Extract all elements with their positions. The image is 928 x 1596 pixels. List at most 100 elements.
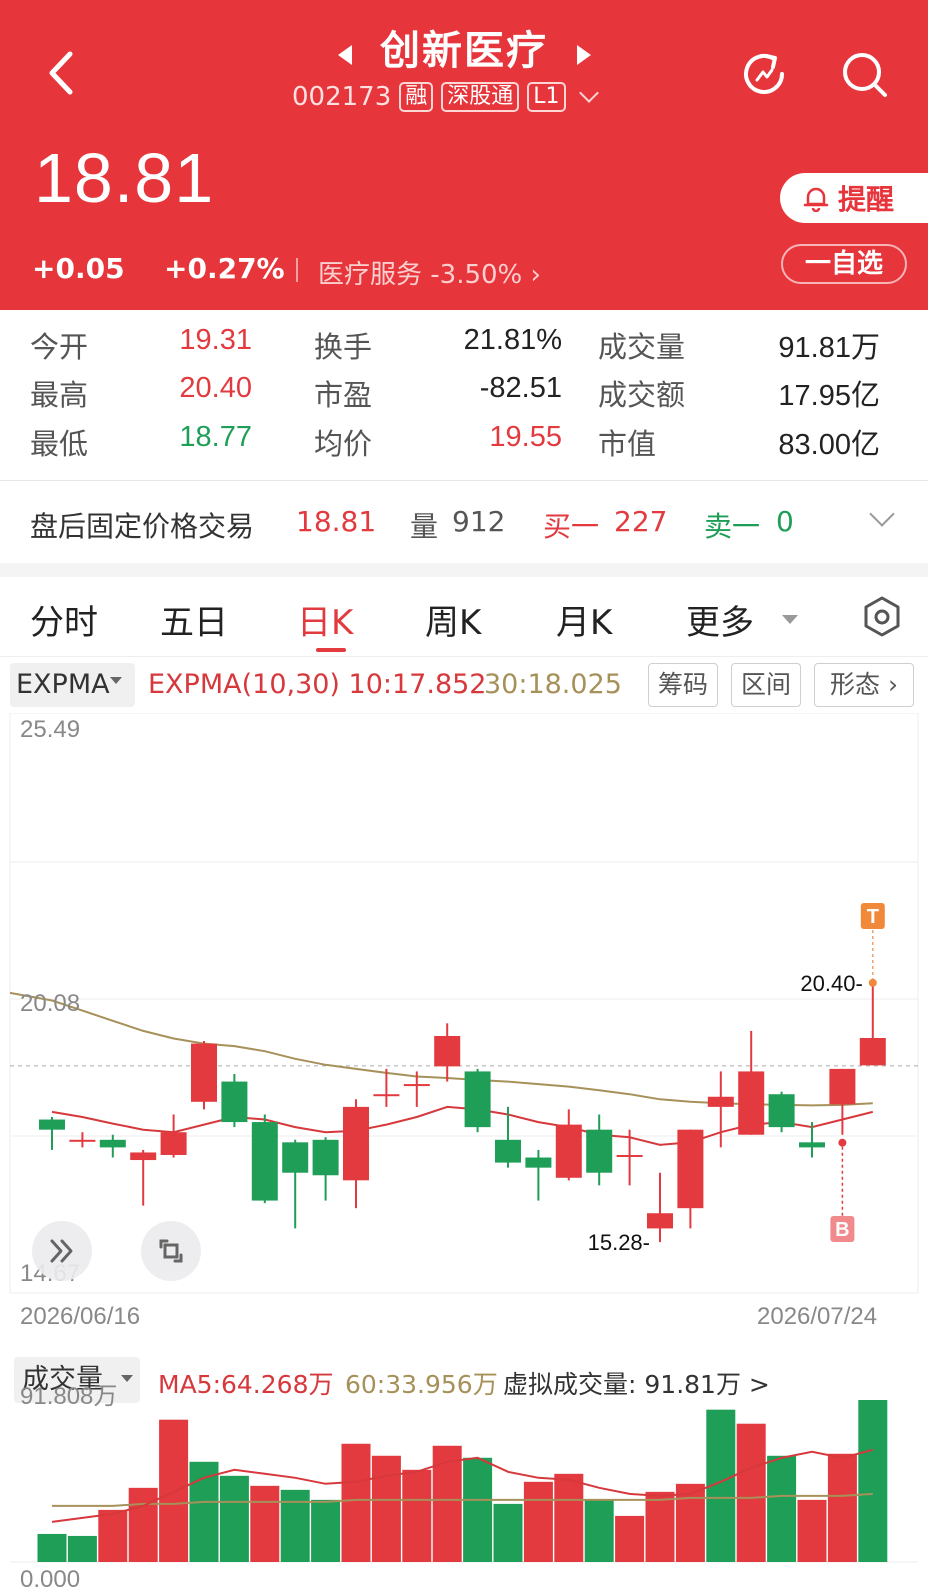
volume-bar — [736, 1423, 766, 1562]
stat-value-high: 20.40 — [179, 372, 252, 404]
volume-bar — [37, 1533, 67, 1562]
candle-body — [221, 1081, 248, 1123]
stat-label-turnover: 换手 — [314, 330, 373, 364]
stat-value-volume: 91.81万 — [778, 332, 880, 364]
candle-body — [799, 1142, 825, 1148]
candle-body — [282, 1142, 309, 1173]
stat-value-open: 19.31 — [179, 324, 252, 356]
volume-y-tick-bottom: 0.000 — [20, 1566, 81, 1593]
tab-monthly-k[interactable]: 月K — [556, 595, 612, 644]
sector-name: 医疗服务 — [318, 260, 423, 290]
chip-distribution-button[interactable]: 筹码 — [648, 663, 718, 707]
volume-bar — [371, 1455, 401, 1562]
candle-body — [829, 1068, 856, 1105]
chevron-down-icon[interactable] — [869, 501, 895, 527]
candle-body — [464, 1071, 491, 1128]
stat-value-pe: -82.51 — [479, 372, 562, 404]
buy-marker-dot — [838, 1138, 847, 1147]
candle-body — [434, 1035, 461, 1067]
fullscreen-icon — [159, 1239, 183, 1263]
tab-daily-k[interactable]: 日K — [297, 595, 353, 644]
candle-body — [768, 1094, 795, 1128]
after-hours-price: 18.81 — [296, 505, 377, 538]
volume-bar — [311, 1499, 341, 1562]
caret-down-icon — [110, 677, 122, 684]
virtual-volume-link[interactable]: 虚拟成交量: 91.81万 > — [503, 1365, 770, 1401]
virtual-volume-label: 虚拟成交量: — [503, 1370, 637, 1399]
stock-code-row: 002173 融 深股通 L1 — [292, 80, 599, 114]
volume-bar — [584, 1499, 614, 1562]
stat-value-market-cap: 83.00亿 — [778, 429, 880, 461]
tab-intraday[interactable]: 分时 — [30, 595, 98, 644]
candle-body — [738, 1071, 765, 1135]
divider — [296, 258, 298, 282]
volume-bar — [645, 1491, 675, 1562]
stat-label-pe: 市盈 — [314, 378, 373, 412]
sector-link[interactable]: 医疗服务 -3.50% › — [318, 254, 541, 291]
chart-frame — [9, 713, 919, 1294]
volume-chart[interactable] — [0, 1400, 928, 1596]
volume-bar — [615, 1515, 645, 1562]
indicator-selector[interactable]: EXPMA — [10, 663, 135, 707]
volume-bar — [432, 1445, 462, 1562]
high-marker-dot — [868, 978, 877, 987]
volume-header-row: 成交量 MA5:64.268万 60:33.956万 虚拟成交量: 91.81万… — [0, 1353, 928, 1407]
pattern-button[interactable]: 形态 › — [814, 663, 914, 707]
candle-body — [495, 1139, 521, 1163]
alert-button[interactable]: 提醒 — [780, 173, 928, 223]
stat-label-open: 今开 — [30, 330, 89, 364]
range-button[interactable]: 区间 — [731, 663, 801, 707]
after-hours-row[interactable]: 盘后固定价格交易 18.81 量 912 买一 227 卖一 0 — [0, 481, 928, 563]
volume-y-tick-top: 91.808万 — [20, 1383, 118, 1410]
active-tab-indicator — [316, 648, 346, 652]
stat-label-market-cap: 市值 — [598, 427, 657, 461]
volume-bar — [554, 1473, 584, 1562]
volume-bar — [219, 1475, 249, 1562]
chevron-right-icon: › — [530, 260, 541, 290]
next-stock-arrow[interactable] — [577, 45, 591, 65]
expma-30-value: 30:18.025 — [484, 669, 622, 700]
candle-body — [647, 1213, 673, 1229]
fullscreen-button[interactable] — [141, 1221, 201, 1281]
stat-value-amount: 17.95亿 — [778, 380, 880, 412]
after-hours-volume: 912 — [452, 505, 506, 538]
candle-body — [343, 1106, 369, 1181]
tab-more[interactable]: 更多 — [686, 595, 754, 644]
volume-bar — [463, 1457, 493, 1562]
volume-bar — [827, 1453, 857, 1562]
volume-bar — [67, 1535, 97, 1562]
candle-body — [616, 1154, 643, 1157]
tab-five-day[interactable]: 五日 — [160, 595, 228, 644]
stat-label-low: 最低 — [30, 427, 89, 461]
candle-body — [99, 1139, 126, 1148]
tab-weekly-k[interactable]: 周K — [425, 595, 481, 644]
candle-body — [312, 1139, 339, 1176]
after-hours-volume-label: 量 — [410, 510, 439, 543]
expma-values: EXPMA(10,30) 10:17.852 — [148, 669, 487, 700]
search-button[interactable] — [838, 48, 890, 100]
section-gap — [0, 563, 928, 577]
stats-grid: 今开 19.31 换手 21.81% 成交量 91.81万 最高 20.40 市盈 -82.51 成… — [0, 310, 928, 480]
candle-body — [677, 1129, 704, 1209]
stat-label-high: 最高 — [30, 378, 89, 412]
kline-chart[interactable]: T 20.40- B 15.28- — [0, 713, 928, 1353]
sector-change: -3.50% — [430, 260, 523, 290]
candle-body — [69, 1139, 96, 1142]
period-tabs: 分时 五日 日K 周K 月K 更多 — [0, 577, 928, 657]
chevron-down-icon[interactable] — [578, 83, 599, 103]
stat-label-volume: 成交量 — [598, 330, 686, 364]
candle-body — [403, 1084, 430, 1087]
volume-bar — [858, 1400, 888, 1562]
stock-code: 002173 — [292, 82, 392, 112]
stock-header: 创新医疗 002173 融 深股通 L1 18.81 +0.05 +0.27% … — [0, 0, 928, 310]
watchlist-button[interactable]: 一自选 — [781, 244, 907, 284]
volume-ma60: 60:33.956万 — [345, 1370, 498, 1399]
refresh-button[interactable] — [738, 48, 790, 100]
chart-settings-button[interactable] — [862, 595, 902, 639]
search-icon — [843, 53, 887, 97]
candle-body — [373, 1094, 400, 1097]
price-change-percent: +0.27% — [164, 252, 285, 285]
y-tick-mid: 20.08 — [20, 990, 81, 1017]
after-hours-label: 盘后固定价格交易 — [30, 510, 255, 543]
expand-button[interactable] — [32, 1221, 92, 1281]
